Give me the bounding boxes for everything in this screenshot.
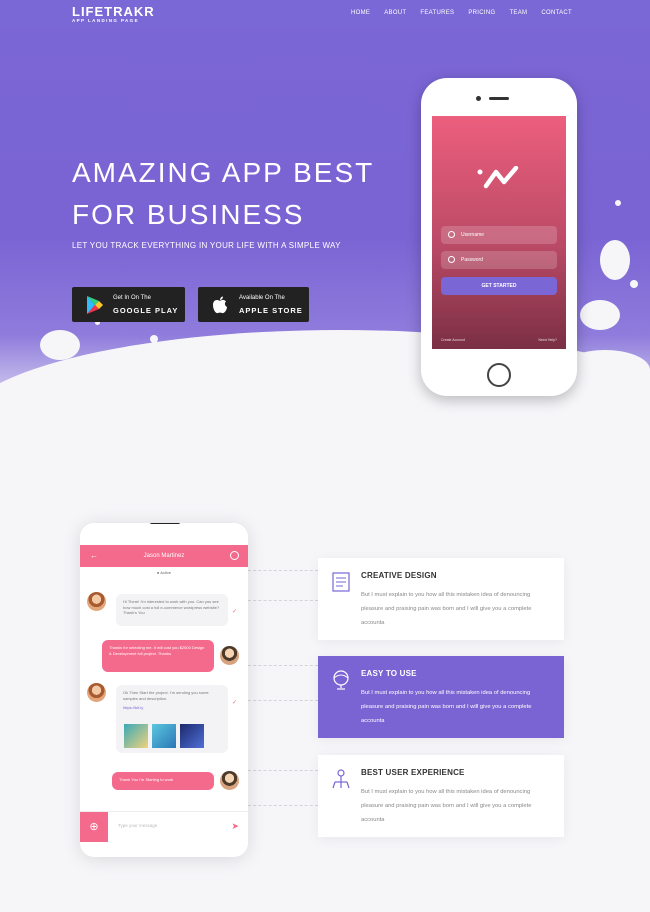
chat-message-2: Thanks for selecting me. It will cost yo… — [102, 640, 214, 672]
home-button — [487, 363, 511, 387]
chat-message-1: Hi There! I'm interested to work with yo… — [116, 594, 228, 626]
username-field[interactable]: Username — [441, 226, 557, 244]
apple-store-button[interactable]: Available On The APPLE STORE — [198, 287, 309, 322]
more-options-icon[interactable] — [230, 551, 239, 560]
nav-menu: HOME ABOUT FEATURES PRICING TEAM CONTACT — [351, 10, 572, 16]
send-icon[interactable]: ➤ — [231, 821, 239, 832]
back-arrow-icon[interactable]: ← — [90, 552, 98, 560]
apple-icon — [213, 296, 227, 314]
nav-item-pricing[interactable]: PRICING — [468, 10, 495, 16]
chat-status: ● Active — [156, 570, 172, 575]
camera-dot — [476, 96, 481, 101]
google-play-line2: GOOGLE PLAY — [113, 306, 179, 315]
login-screen: Username Password GET STARTED Create Acc… — [432, 116, 566, 349]
google-play-line1: Get In On The — [113, 295, 151, 301]
nav-item-team[interactable]: TEAM — [509, 10, 527, 16]
message-input[interactable]: Type your message — [118, 823, 157, 828]
add-attachment-button[interactable]: ⊕ — [80, 812, 108, 842]
password-field[interactable]: Password — [441, 251, 557, 269]
avatar-user — [220, 646, 239, 665]
feature-title: EASY TO USE — [361, 669, 417, 678]
attachment-thumbnail[interactable] — [152, 724, 176, 748]
feature-card-best-user-experience[interactable]: BEST USER EXPERIENCE But I must explain … — [318, 755, 564, 837]
apple-store-line2: APPLE STORE — [239, 306, 303, 315]
feature-text: But I must explain to you how all this m… — [361, 789, 532, 823]
feature-title: CREATIVE DESIGN — [361, 571, 437, 580]
need-help-link[interactable]: Need Help? — [539, 338, 557, 342]
hero-title-line2: FOR BUSINESS — [72, 199, 305, 230]
nav-item-about[interactable]: ABOUT — [384, 10, 406, 16]
avatar-contact — [87, 683, 106, 702]
logo-subtitle: APP LANDING PAGE — [72, 18, 139, 23]
google-play-button[interactable]: Get In On The GOOGLE PLAY — [72, 287, 185, 322]
chat-message-4: Thank You I'm Starting to work — [112, 772, 214, 790]
apple-store-line1: Available On The — [239, 295, 285, 301]
feature-title: BEST USER EXPERIENCE — [361, 768, 465, 777]
nav-item-home[interactable]: HOME — [351, 10, 370, 16]
avatar-contact — [87, 592, 106, 611]
chat-header: ← Jason Martinez — [80, 545, 248, 567]
create-account-link[interactable]: Create Account — [441, 338, 465, 342]
globe-icon — [333, 670, 349, 690]
app-logo-icon — [477, 166, 519, 189]
feature-card-easy-to-use[interactable]: EASY TO USE But I must explain to you ho… — [318, 656, 564, 738]
attachment-thumbnail[interactable] — [180, 724, 204, 748]
user-icon — [448, 231, 455, 238]
feature-card-creative-design[interactable]: CREATIVE DESIGN But I must explain to yo… — [318, 558, 564, 640]
chat-input-bar: ⊕ Type your message ➤ — [80, 811, 248, 842]
document-icon — [332, 572, 350, 592]
hero-title-line1: AMAZING APP BEST — [72, 157, 375, 188]
hero-title: AMAZING APP BEST FOR BUSINESS — [72, 152, 374, 236]
feature-text: But I must explain to you how all this m… — [361, 592, 532, 626]
logo[interactable]: LIFETRAKR — [72, 4, 155, 19]
read-tick-icon: ✓ — [232, 609, 238, 615]
attachment-thumbnail[interactable] — [124, 724, 148, 748]
google-play-icon — [87, 296, 103, 314]
get-started-button[interactable]: GET STARTED — [441, 277, 557, 295]
phone-notch — [150, 523, 180, 524]
nav-item-features[interactable]: FEATURES — [420, 10, 454, 16]
network-icon — [332, 769, 350, 789]
chat-phone-mockup: ← Jason Martinez ● Active Hi There! I'm … — [80, 523, 248, 857]
login-phone-mockup: Username Password GET STARTED Create Acc… — [421, 78, 577, 396]
speaker-slot — [489, 97, 509, 100]
read-tick-icon: ✓ — [232, 700, 238, 706]
avatar-user — [220, 771, 239, 790]
chat-contact-name: Jason Martinez — [143, 553, 185, 559]
lock-icon — [448, 256, 455, 263]
hero-tagline: LET YOU TRACK EVERYTHING IN YOUR LIFE WI… — [72, 241, 341, 250]
chat-link[interactable]: https://bit.ly — [123, 705, 221, 711]
nav-item-contact[interactable]: CONTACT — [541, 10, 572, 16]
top-nav: LIFETRAKR APP LANDING PAGE HOME ABOUT FE… — [0, 0, 650, 28]
feature-text: But I must explain to you how all this m… — [361, 690, 532, 724]
